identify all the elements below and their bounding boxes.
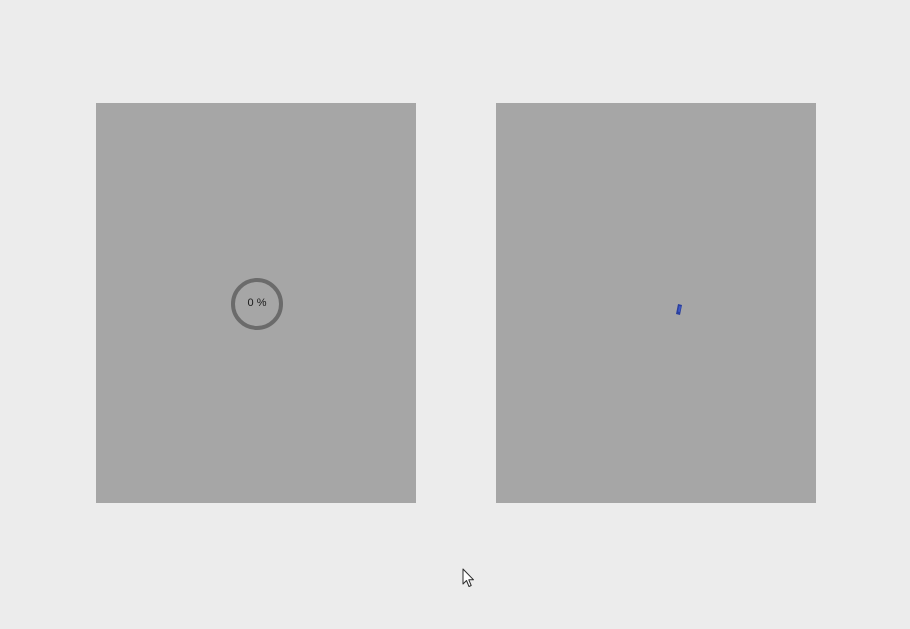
viewer-page: 0 %	[0, 0, 910, 629]
right-page-panel	[496, 103, 816, 503]
mouse-pointer-icon	[462, 568, 474, 587]
left-page-panel: 0 %	[96, 103, 416, 503]
progress-label: 0 %	[247, 296, 267, 309]
loading-spinner-icon	[676, 304, 682, 315]
loading-progress-ring: 0 %	[231, 278, 283, 330]
